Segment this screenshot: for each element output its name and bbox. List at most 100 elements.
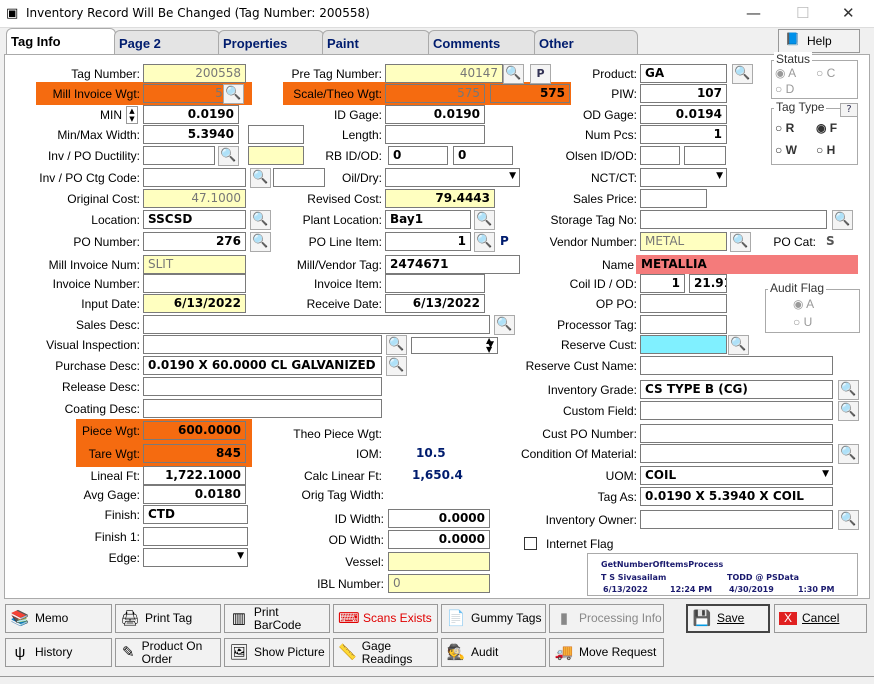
visual-inspection-dropdown[interactable]: ▼ — [411, 337, 498, 354]
tab-other[interactable]: Other — [534, 30, 638, 54]
help-button[interactable]: 📘 Help — [778, 29, 860, 53]
internet-flag-checkbox[interactable] — [524, 537, 537, 550]
input-date-field[interactable]: 6/13/2022 — [143, 294, 246, 313]
cust-po-number-field[interactable] — [640, 424, 833, 443]
location-field[interactable]: SSCSD — [143, 210, 246, 229]
tab-page-2[interactable]: Page 2 — [114, 30, 220, 54]
min-max-width-field[interactable]: 5.3940 — [143, 125, 239, 144]
tare-wgt-field[interactable]: 845 — [143, 444, 246, 463]
coating-desc-field[interactable] — [143, 399, 382, 418]
coil-id-od-field-2[interactable]: 21.911 — [689, 274, 727, 293]
product-on-order-button[interactable]: ✎ Product On Order — [115, 638, 221, 667]
close-button[interactable]: ✕ — [842, 4, 855, 22]
move-request-button[interactable]: 🚚 Move Request — [549, 638, 664, 667]
release-desc-field[interactable] — [143, 377, 382, 396]
radio-a[interactable]: ◉ A — [793, 297, 814, 311]
search-icon[interactable]: 🔍 — [832, 210, 853, 230]
search-icon[interactable]: 🔍 — [838, 444, 859, 464]
edge-dropdown[interactable]: ▼ — [143, 548, 248, 567]
od-width-field[interactable]: 0.0000 — [388, 530, 490, 549]
search-icon[interactable]: 🔍 — [218, 146, 239, 166]
gage-readings-button[interactable]: 📏 Gage Readings — [333, 638, 438, 667]
radio-d[interactable]: ○ D — [775, 82, 794, 96]
audit-button[interactable]: 🕵 Audit — [441, 638, 546, 667]
rb-id-od-field-2[interactable]: 0 — [453, 146, 513, 165]
search-icon[interactable]: 🔍 — [728, 335, 749, 355]
tab-paint[interactable]: Paint — [322, 30, 430, 54]
olsen-id-od-field-2[interactable] — [684, 146, 726, 165]
po-number-field[interactable]: 276 — [143, 232, 246, 251]
condition-of-material-field[interactable] — [640, 444, 833, 463]
revised-cost-field[interactable]: 79.4443 — [385, 189, 495, 208]
min-max-width-field-2[interactable] — [248, 125, 304, 144]
mill-invoice-num-field[interactable]: SLIT — [143, 255, 246, 274]
radio-f[interactable]: ◉ F — [816, 121, 837, 135]
coil-id-od-field[interactable]: 1 — [640, 274, 685, 293]
search-icon[interactable]: 🔍 — [838, 380, 859, 400]
id-width-field[interactable]: 0.0000 — [388, 509, 490, 528]
original-cost-field[interactable]: 47.1000 — [143, 189, 246, 208]
mill-vendor-tag-field[interactable]: 2474671 — [385, 255, 520, 274]
radio-h[interactable]: ○ H — [816, 143, 835, 157]
radio-w[interactable]: ○ W — [775, 143, 797, 157]
print-barcode-button[interactable]: ▥ Print BarCode — [224, 604, 330, 633]
search-icon[interactable]: 🔍 — [503, 64, 524, 84]
tag-as-field[interactable]: 0.0190 X 5.3940 X COIL — [640, 487, 833, 506]
inventory-grade-field[interactable]: CS TYPE B (CG) — [640, 380, 833, 399]
tab-tag-info[interactable]: Tag Info — [6, 28, 116, 55]
nct-ct-dropdown[interactable]: ▼ — [640, 168, 727, 187]
gummy-tags-button[interactable]: 📄 Gummy Tags — [441, 604, 546, 633]
od-gage-field[interactable]: 0.0194 — [640, 105, 727, 124]
cancel-button[interactable]: X Cancel — [774, 604, 867, 633]
search-icon[interactable]: 🔍 — [732, 64, 753, 84]
pre-tag-number-field[interactable]: 40147 — [385, 64, 503, 83]
radio-u[interactable]: ○ U — [793, 315, 812, 329]
search-icon[interactable]: 🔍 — [250, 168, 271, 188]
spinner-icon[interactable]: ▲ ▼ — [126, 106, 138, 124]
memo-button[interactable]: 📚 Memo — [5, 604, 112, 633]
receive-date-field[interactable]: 6/13/2022 — [385, 294, 485, 313]
product-field[interactable]: GA — [640, 64, 727, 83]
search-icon[interactable]: 🔍 — [250, 210, 271, 230]
search-icon[interactable]: 🔍 — [223, 84, 244, 104]
storage-tag-no-field[interactable] — [640, 210, 827, 229]
purchase-desc-field[interactable]: 0.0190 X 60.0000 CL GALVANIZED — [143, 356, 382, 375]
inv-po-ctg-code-field-2[interactable] — [273, 168, 325, 187]
vessel-field[interactable] — [388, 552, 490, 571]
p-button[interactable]: P — [530, 64, 551, 84]
invoice-item-field[interactable] — [385, 274, 485, 293]
tab-comments[interactable]: Comments — [428, 30, 536, 54]
reserve-cust-name-field[interactable] — [640, 356, 833, 375]
sales-desc-field[interactable] — [143, 315, 490, 334]
search-icon[interactable]: 🔍 — [730, 232, 751, 252]
save-button[interactable]: 💾 Save — [686, 604, 770, 633]
search-icon[interactable]: 🔍 — [386, 356, 407, 376]
tag-type-help-button[interactable]: ? — [840, 103, 858, 117]
inv-po-ductility-field-2[interactable] — [248, 146, 304, 165]
radio-a[interactable]: ◉ A — [775, 66, 796, 80]
piw-field[interactable]: 107 — [640, 84, 727, 103]
search-icon[interactable]: 🔍 — [838, 510, 859, 530]
visual-inspection-field[interactable] — [143, 335, 382, 354]
processor-tag-field[interactable] — [640, 315, 727, 334]
plant-location-field[interactable]: Bay1 — [385, 210, 471, 229]
uom-dropdown[interactable]: COIL ▼ — [640, 466, 833, 485]
search-icon[interactable]: 🔍 — [386, 335, 407, 355]
num-pcs-field[interactable]: 1 — [640, 125, 727, 144]
history-button[interactable]: ψ History — [5, 638, 112, 667]
sales-price-field[interactable] — [640, 189, 707, 208]
scale-theo-wgt-field-2[interactable]: 575 — [490, 84, 570, 103]
vendor-number-field[interactable]: METAL — [640, 232, 727, 251]
lineal-ft-field[interactable]: 1,722.1000 — [143, 466, 246, 485]
tab-properties[interactable]: Properties — [218, 30, 324, 54]
inv-po-ductility-field[interactable] — [143, 146, 215, 165]
tag-number-field[interactable]: 200558 — [143, 64, 246, 83]
search-icon[interactable]: 🔍 — [250, 232, 271, 252]
search-icon[interactable]: 🔍 — [494, 315, 515, 335]
reserve-cust-field[interactable] — [640, 335, 727, 354]
scale-theo-wgt-field[interactable]: 575 — [385, 84, 485, 103]
finish-field[interactable]: CTD — [143, 505, 248, 524]
po-line-item-field[interactable]: 1 — [385, 232, 471, 251]
search-icon[interactable]: 🔍 — [838, 401, 859, 421]
search-icon[interactable]: 🔍 — [474, 232, 495, 252]
